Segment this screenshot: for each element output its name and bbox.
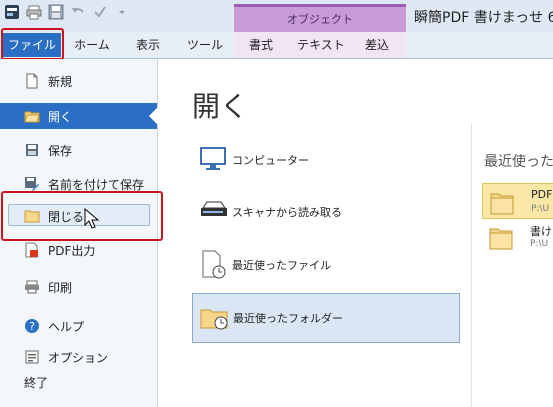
page-title: 開く <box>192 90 249 123</box>
recent-item-path: P:\U <box>530 239 549 249</box>
recent-item[interactable]: 書け P:\U <box>482 219 553 255</box>
ribbon-tab-bar: ファイル ホーム 表示 ツール 書式 テキスト 差込 <box>0 32 553 59</box>
option-computer[interactable]: コンピューター <box>192 135 460 185</box>
vertical-divider <box>471 123 472 407</box>
checkmark-icon[interactable] <box>92 4 108 20</box>
app-icon[interactable] <box>4 4 20 20</box>
option-scanner[interactable]: スキャナから読み取る <box>192 187 460 237</box>
option-label: 最近使ったファイル <box>232 259 331 272</box>
option-label: スキャナから読み取る <box>232 206 342 219</box>
option-recent-files[interactable]: 最近使ったファイル <box>192 240 460 290</box>
tab-format[interactable]: 書式 <box>244 32 278 58</box>
pdf-export-icon <box>24 242 40 258</box>
new-document-icon <box>24 73 40 89</box>
sidebar-item-label: ヘルプ <box>48 319 85 334</box>
sidebar-item-label: 開く <box>48 109 73 124</box>
sidebar-item-label: 印刷 <box>48 280 73 295</box>
print-icon <box>24 279 40 295</box>
app-title: 瞬簡PDF 書けまっせ 6 <box>414 10 553 26</box>
sidebar-item-save[interactable]: 保存 <box>0 137 157 163</box>
tab-text[interactable]: テキスト <box>292 32 350 58</box>
open-folder-icon <box>24 108 40 124</box>
title-bar: オブジェクト 瞬簡PDF 書けまっせ 6 <box>0 0 553 33</box>
recent-item-name: 書け <box>530 225 552 238</box>
mouse-pointer-icon <box>84 207 100 233</box>
option-label: 最近使ったフォルダー <box>233 312 343 325</box>
option-label: コンピューター <box>232 154 309 167</box>
quick-access-toolbar <box>4 4 130 20</box>
sidebar-item-new[interactable]: 新規 <box>0 68 157 94</box>
sidebar-item-label: 名前を付けて保存 <box>48 177 145 192</box>
folder-icon <box>489 188 515 216</box>
save-icon[interactable] <box>48 4 64 20</box>
save-icon <box>24 142 40 158</box>
print-icon[interactable] <box>26 4 42 20</box>
sidebar-item-help[interactable]: ? ヘルプ <box>0 313 157 339</box>
sidebar-item-options[interactable]: オプション <box>0 344 157 370</box>
tab-merge[interactable]: 差込 <box>360 32 394 58</box>
backstage-main: 開く コンピューター スキャナから読み取る 最近使ったファイル 最近使ったフォル… <box>158 59 553 407</box>
options-icon <box>24 349 40 365</box>
context-tab-group: オブジェクト <box>234 4 406 33</box>
help-icon: ? <box>24 318 40 334</box>
recent-item-path: P:\U <box>531 204 550 214</box>
recent-heading: 最近使った <box>484 154 553 170</box>
save-as-icon <box>24 176 40 192</box>
sidebar-item-open[interactable]: 開く <box>0 103 158 129</box>
sidebar-item-print[interactable]: 印刷 <box>0 274 157 300</box>
customize-dropdown-icon[interactable] <box>114 4 130 20</box>
computer-icon <box>196 143 232 177</box>
sidebar-item-label: PDF出力 <box>48 243 96 258</box>
sidebar-item-label: 新規 <box>48 74 73 89</box>
option-recent-folders[interactable]: 最近使ったフォルダー <box>192 293 460 343</box>
folder-icon <box>488 223 514 251</box>
sidebar-item-exit[interactable]: 終了 <box>0 369 157 395</box>
highlight-file-tab <box>1 28 64 60</box>
recent-file-icon <box>196 248 232 282</box>
context-group-label: オブジェクト <box>287 13 353 26</box>
sidebar-item-label: 保存 <box>48 143 73 158</box>
recent-item-name: PDF <box>531 188 553 201</box>
scanner-icon <box>196 195 232 229</box>
recent-item[interactable]: PDF P:\U <box>482 183 553 219</box>
tab-tools[interactable]: ツール <box>180 32 230 58</box>
highlight-close-item <box>1 191 163 241</box>
tab-home[interactable]: ホーム <box>70 32 114 58</box>
tab-view[interactable]: 表示 <box>126 32 170 58</box>
undo-icon[interactable] <box>70 4 86 20</box>
recent-folder-icon <box>197 301 233 335</box>
sidebar-item-label: 終了 <box>24 375 49 390</box>
sidebar-item-label: オプション <box>48 350 109 365</box>
svg-text:?: ? <box>29 320 35 333</box>
